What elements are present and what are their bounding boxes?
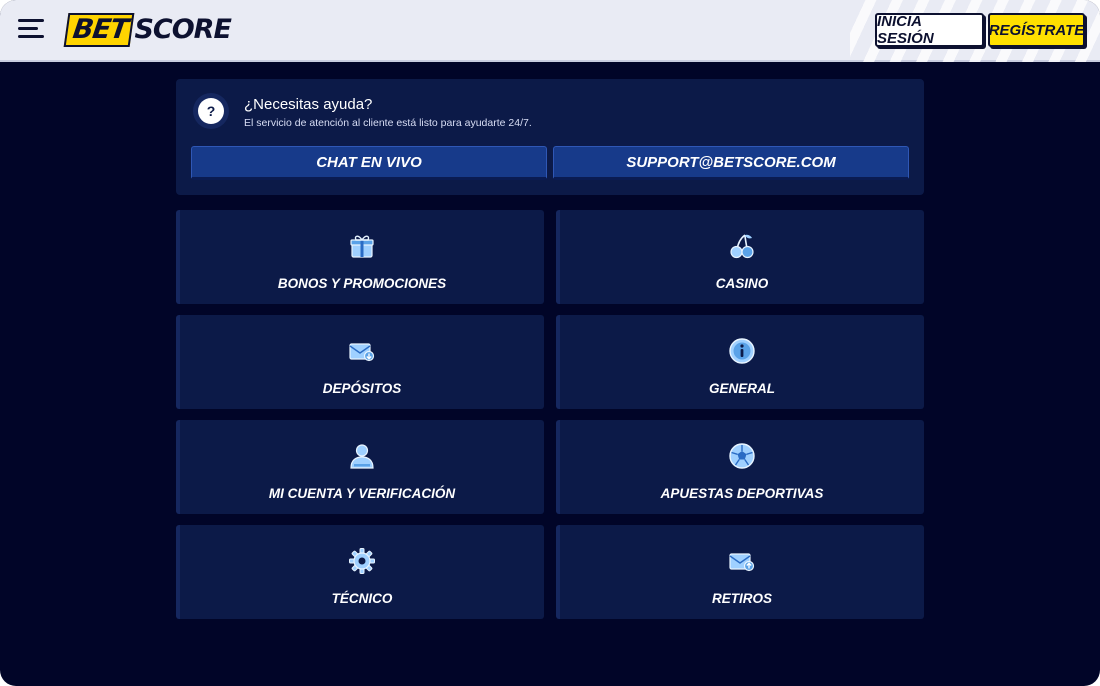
hamburger-menu-icon[interactable]	[18, 19, 44, 41]
category-tecnico[interactable]: TÉCNICO	[176, 525, 544, 619]
register-button[interactable]: REGÍSTRATE	[988, 13, 1085, 47]
category-label: APUESTAS DEPORTIVAS	[660, 486, 824, 501]
wallet-in-icon	[348, 337, 376, 365]
category-label: CASINO	[715, 276, 769, 291]
betscore-logo[interactable]: BET SCORE	[63, 13, 232, 47]
question-icon: ?	[198, 98, 224, 124]
gear-icon	[348, 547, 376, 575]
page: BET SCORE INICIA SESIÓN REGÍSTRATE ? ¿Nec…	[0, 0, 1100, 686]
category-bonos-y-promociones[interactable]: BONOS Y PROMOCIONES	[176, 210, 544, 304]
live-chat-button[interactable]: CHAT EN VIVO	[191, 146, 547, 180]
cherries-icon	[728, 232, 756, 260]
gift-icon	[348, 232, 376, 260]
login-button[interactable]: INICIA SESIÓN	[875, 13, 984, 47]
help-card: ? ¿Necesitas ayuda? El servicio de atenc…	[176, 79, 924, 195]
category-label: DEPÓSITOS	[322, 381, 402, 396]
help-subtitle: El servicio de atención al cliente está …	[244, 117, 532, 129]
wallet-out-icon	[728, 547, 756, 575]
info-icon	[728, 337, 756, 365]
category-retiros[interactable]: RETIROS	[556, 525, 924, 619]
logo-score: SCORE	[134, 14, 231, 45]
top-header: BET SCORE INICIA SESIÓN REGÍSTRATE	[0, 0, 1100, 62]
category-label: MI CUENTA Y VERIFICACIÓN	[268, 486, 456, 501]
category-mi-cuenta-y-verificacion[interactable]: MI CUENTA Y VERIFICACIÓN	[176, 420, 544, 514]
category-depositos[interactable]: DEPÓSITOS	[176, 315, 544, 409]
category-general[interactable]: GENERAL	[556, 315, 924, 409]
category-label: BONOS Y PROMOCIONES	[277, 276, 447, 291]
category-label: GENERAL	[708, 381, 775, 396]
category-apuestas-deportivas[interactable]: APUESTAS DEPORTIVAS	[556, 420, 924, 514]
user-icon	[348, 442, 376, 470]
support-email-button[interactable]: SUPPORT@BETSCORE.COM	[553, 146, 909, 180]
category-casino[interactable]: CASINO	[556, 210, 924, 304]
category-label: RETIROS	[711, 591, 772, 606]
logo-bet: BET	[63, 13, 135, 47]
soccer-ball-icon	[728, 442, 756, 470]
category-label: TÉCNICO	[331, 591, 393, 606]
help-title: ¿Necesitas ayuda?	[244, 96, 373, 113]
